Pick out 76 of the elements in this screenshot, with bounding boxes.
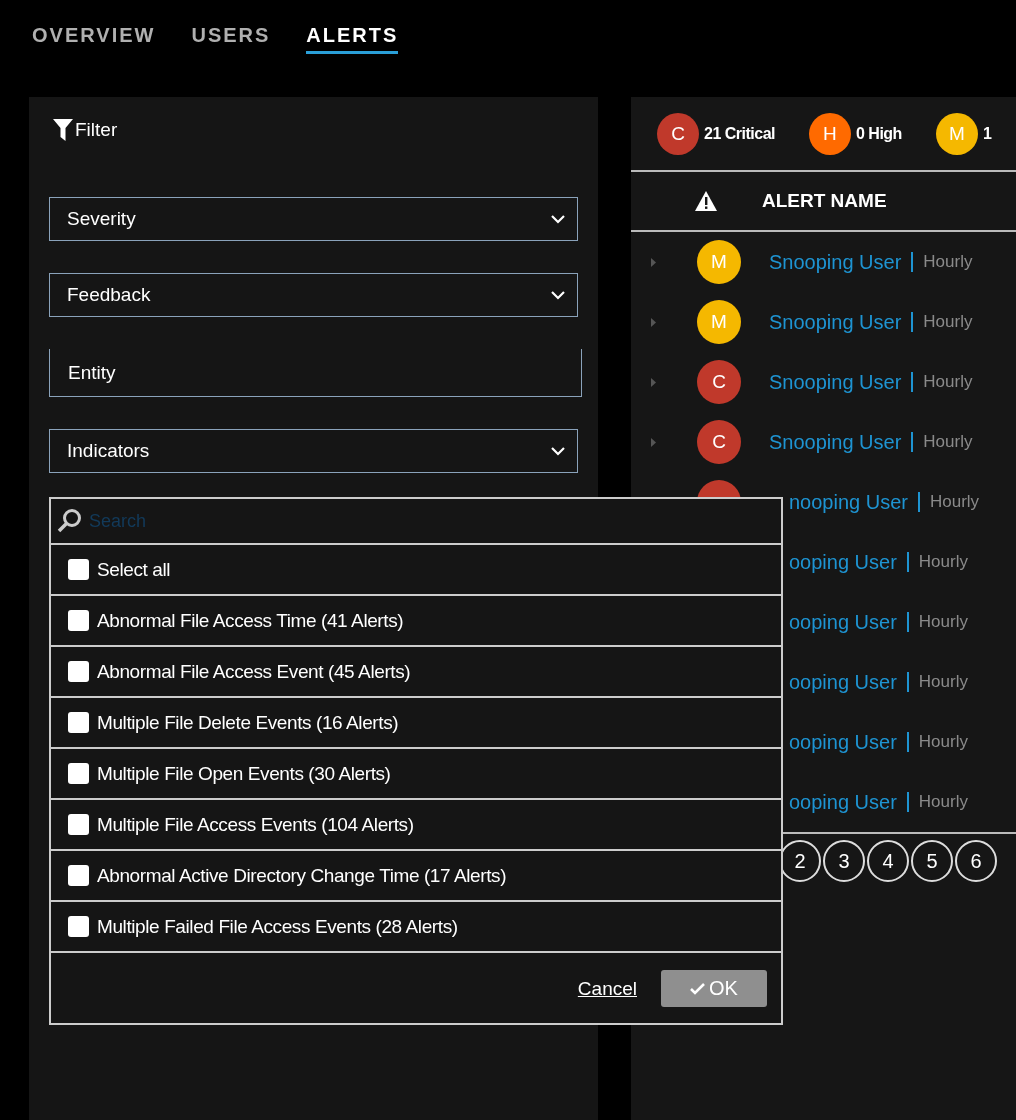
alert-frequency: Hourly: [918, 612, 968, 632]
alert-frequency: Hourly: [918, 792, 968, 812]
check-icon: [690, 982, 706, 995]
nav-tab[interactable]: OVERVIEW: [32, 24, 156, 54]
nav-tab[interactable]: USERS: [191, 24, 271, 54]
checkbox[interactable]: [68, 865, 89, 886]
search-icon: [57, 508, 83, 534]
option-label[interactable]: Abnormal File Access Event (45 Alerts): [97, 660, 411, 683]
select-field[interactable]: Indicators: [49, 429, 578, 473]
expand-caret-icon[interactable]: [651, 317, 656, 327]
checkbox[interactable]: [68, 763, 89, 784]
chevron-down-icon: [551, 290, 565, 300]
severity-badge: C: [697, 360, 741, 404]
chevron-down-icon: [551, 214, 565, 224]
severity-count: 1: [982, 124, 992, 143]
separator-bar: [911, 312, 914, 332]
expand-caret-icon[interactable]: [651, 377, 656, 387]
checkbox[interactable]: [68, 661, 89, 682]
separator-bar: [906, 612, 909, 632]
alert-frequency: Hourly: [923, 252, 973, 272]
separator-bar: [917, 492, 920, 512]
alert-name-link[interactable]: Snooping User: [769, 370, 902, 394]
severity-badge: M: [697, 300, 741, 344]
severity-badge: C: [697, 420, 741, 464]
nav-tab[interactable]: ALERTS: [306, 24, 399, 54]
alert-frequency: Hourly: [929, 492, 980, 512]
page-number[interactable]: 3: [823, 840, 865, 882]
severity-count: 21 Critical: [704, 124, 775, 143]
warning-icon: [695, 191, 717, 211]
checkbox[interactable]: [68, 712, 89, 733]
checkbox[interactable]: [68, 559, 89, 580]
checkbox[interactable]: [68, 814, 89, 835]
alert-frequency: Hourly: [923, 312, 973, 332]
severity-badge: H: [809, 112, 851, 155]
chevron-down-icon: [551, 446, 565, 456]
select-field[interactable]: Severity: [49, 197, 578, 241]
severity-badge: M: [935, 112, 978, 155]
search-field[interactable]: Search: [87, 509, 781, 533]
page-number[interactable]: 6: [955, 840, 997, 882]
page-number[interactable]: 5: [911, 840, 953, 882]
filter-title: Filter: [75, 119, 118, 141]
cancel-link[interactable]: Cancel: [577, 977, 637, 1000]
option-label[interactable]: Multiple File Access Events (104 Alerts): [97, 813, 414, 836]
checkbox[interactable]: [68, 916, 89, 937]
page-number[interactable]: 4: [867, 840, 909, 882]
separator-bar: [911, 252, 914, 272]
checkbox[interactable]: [68, 610, 89, 631]
expand-caret-icon[interactable]: [651, 257, 656, 267]
option-label[interactable]: Abnormal File Access Time (41 Alerts): [97, 609, 404, 632]
expand-caret-icon[interactable]: [651, 437, 656, 447]
alert-frequency: Hourly: [923, 432, 973, 452]
separator-bar: [906, 672, 909, 692]
option-label[interactable]: Select all: [97, 558, 171, 581]
input-field[interactable]: Entity: [49, 349, 582, 397]
column-header: ALERT NAME: [762, 190, 887, 212]
severity-badge: C: [657, 112, 699, 155]
alert-frequency: Hourly: [923, 372, 973, 392]
separator-bar: [906, 732, 909, 752]
filter-icon: [53, 119, 73, 141]
alert-frequency: Hourly: [918, 672, 968, 692]
separator-bar: [906, 552, 909, 572]
alert-name-link[interactable]: Snooping User: [769, 310, 902, 334]
separator-bar: [906, 792, 909, 812]
option-label[interactable]: Multiple File Open Events (30 Alerts): [97, 762, 391, 785]
option-label[interactable]: Multiple File Delete Events (16 Alerts): [97, 711, 399, 734]
alert-frequency: Hourly: [918, 552, 968, 572]
option-label[interactable]: Abnormal Active Directory Change Time (17 Alerts): [97, 864, 507, 887]
option-label[interactable]: Multiple Failed File Access Events (28 Alerts): [97, 915, 458, 938]
severity-badge: M: [697, 240, 741, 284]
alert-name-link[interactable]: Snooping User: [769, 430, 902, 454]
select-field[interactable]: Feedback: [49, 273, 578, 317]
alert-frequency: Hourly: [918, 732, 968, 752]
separator-bar: [911, 432, 914, 452]
separator-bar: [911, 372, 914, 392]
severity-count: 0 High: [856, 124, 902, 143]
alert-name-link[interactable]: Snooping User: [769, 250, 902, 274]
